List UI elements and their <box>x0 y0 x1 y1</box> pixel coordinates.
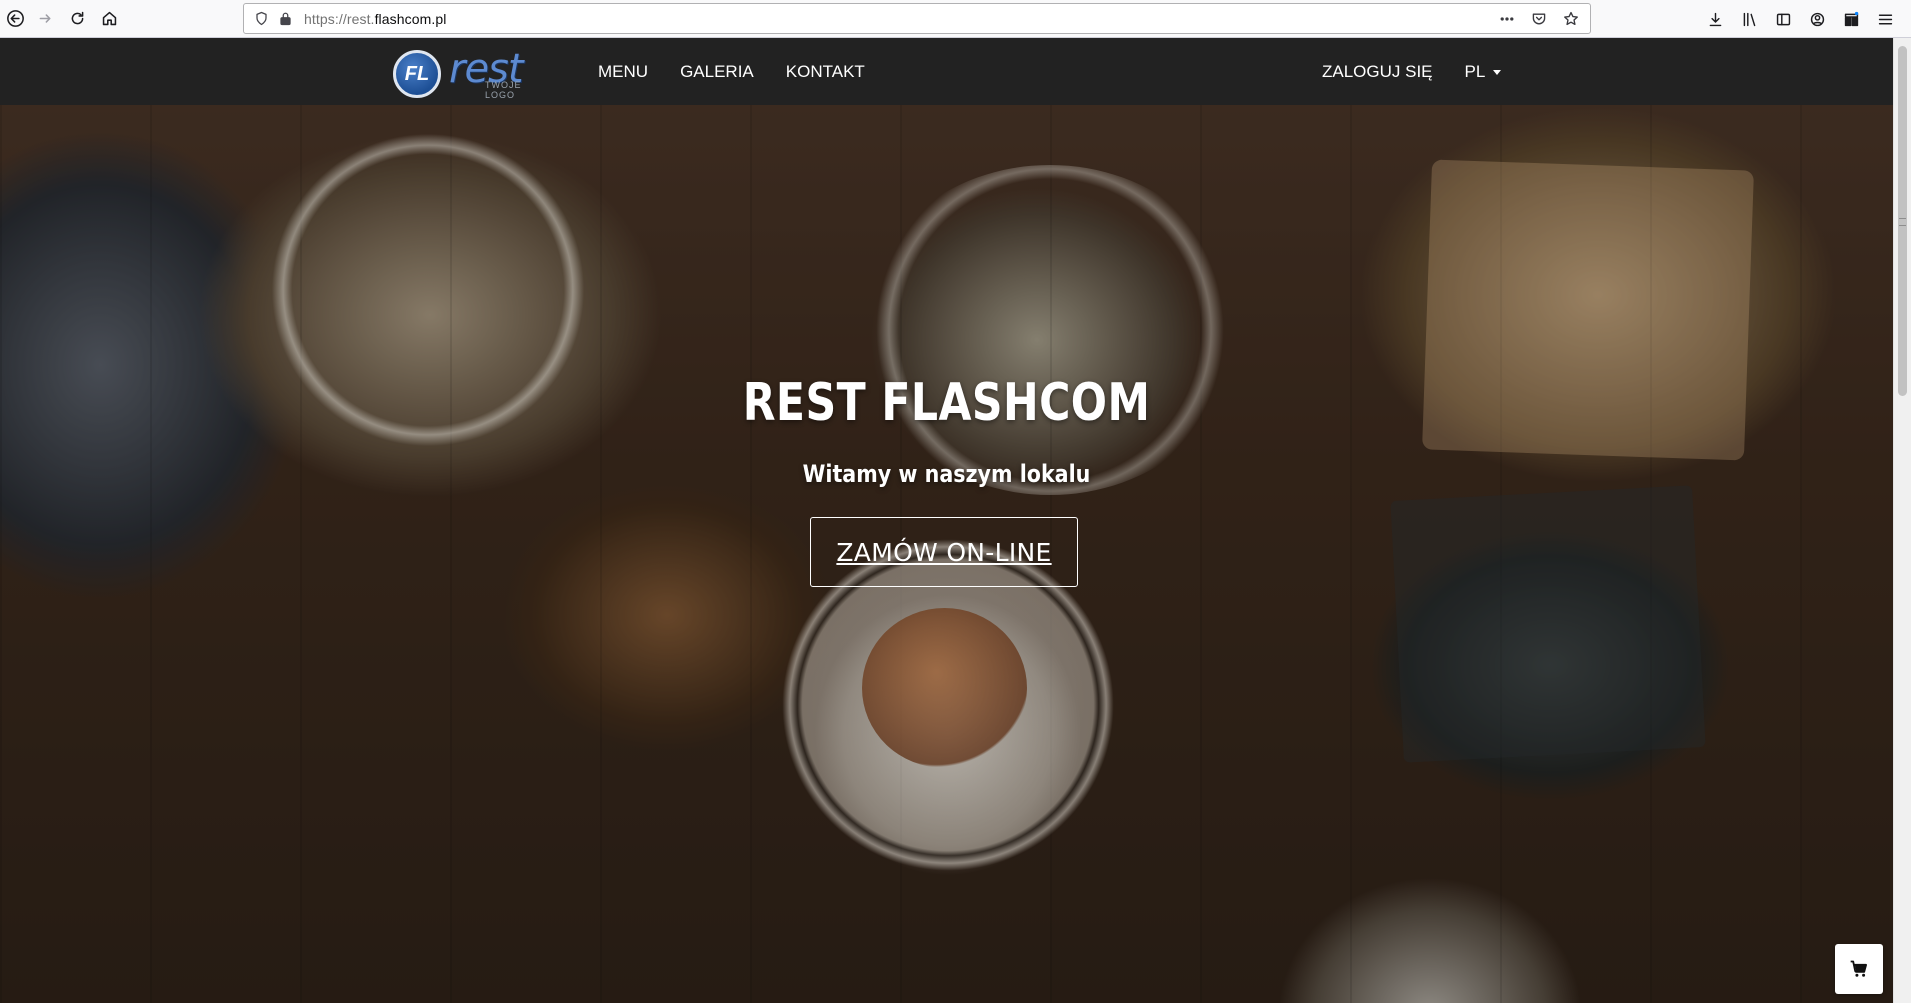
url-host: flashcom.pl <box>374 10 447 27</box>
hero-section: REST FLASHCOM Witamy w naszym lokalu ZAM… <box>0 105 1893 1003</box>
web-page: FL rest TWOJE LOGO MENU GALERIA KONTAKT … <box>0 38 1893 1003</box>
more-actions-icon[interactable] <box>1496 8 1518 30</box>
extensions-icon[interactable] <box>1839 6 1863 32</box>
main-menu: MENU GALERIA KONTAKT <box>582 38 881 105</box>
login-link[interactable]: ZALOGUJ SIĘ <box>1306 62 1449 82</box>
hero-content: REST FLASHCOM Witamy w naszym lokalu ZAM… <box>0 105 1893 1003</box>
order-online-button[interactable]: ZAMÓW ON-LINE <box>810 517 1078 587</box>
url-prefix: https://rest. <box>304 10 375 27</box>
browser-toolbar: https://rest.flashcom.pl <box>0 0 1911 38</box>
nav-link-menu[interactable]: MENU <box>582 62 664 82</box>
scrollbar-grip <box>1899 218 1906 226</box>
hamburger-menu-icon[interactable] <box>1873 6 1897 32</box>
nav-right: ZALOGUJ SIĘ PL <box>1306 38 1517 105</box>
sidebar-icon[interactable] <box>1771 6 1795 32</box>
logo-badge: FL <box>393 50 441 98</box>
bookmark-star-icon[interactable] <box>1560 8 1582 30</box>
pocket-icon[interactable] <box>1528 8 1550 30</box>
page-scrollbar[interactable] <box>1893 38 1911 1003</box>
account-icon[interactable] <box>1805 6 1829 32</box>
language-label: PL <box>1464 61 1486 81</box>
hero-subtitle: Witamy w naszym lokalu <box>802 460 1091 488</box>
reload-icon[interactable] <box>62 4 92 34</box>
logo-tagline: TWOJE LOGO <box>485 80 522 100</box>
back-arrow-icon[interactable] <box>0 4 30 34</box>
nav-link-galeria[interactable]: GALERIA <box>664 62 770 82</box>
shield-icon[interactable] <box>250 8 272 30</box>
site-navbar: FL rest TWOJE LOGO MENU GALERIA KONTAKT … <box>0 38 1893 105</box>
library-icon[interactable] <box>1737 6 1761 32</box>
address-bar[interactable]: https://rest.flashcom.pl <box>243 3 1591 34</box>
downloads-icon[interactable] <box>1703 6 1727 32</box>
language-dropdown[interactable]: PL <box>1449 62 1518 82</box>
nav-link-kontakt[interactable]: KONTAKT <box>770 62 881 82</box>
url-text[interactable]: https://rest.flashcom.pl <box>304 11 446 27</box>
shopping-cart-icon <box>1850 960 1867 977</box>
hero-title: REST FLASHCOM <box>742 373 1151 433</box>
caret-down-icon <box>1493 69 1502 75</box>
lock-icon[interactable] <box>274 8 296 30</box>
forward-arrow-icon[interactable] <box>30 4 60 34</box>
cart-button[interactable] <box>1835 944 1883 994</box>
home-icon[interactable] <box>94 4 124 34</box>
site-logo[interactable]: FL rest TWOJE LOGO <box>393 46 553 100</box>
